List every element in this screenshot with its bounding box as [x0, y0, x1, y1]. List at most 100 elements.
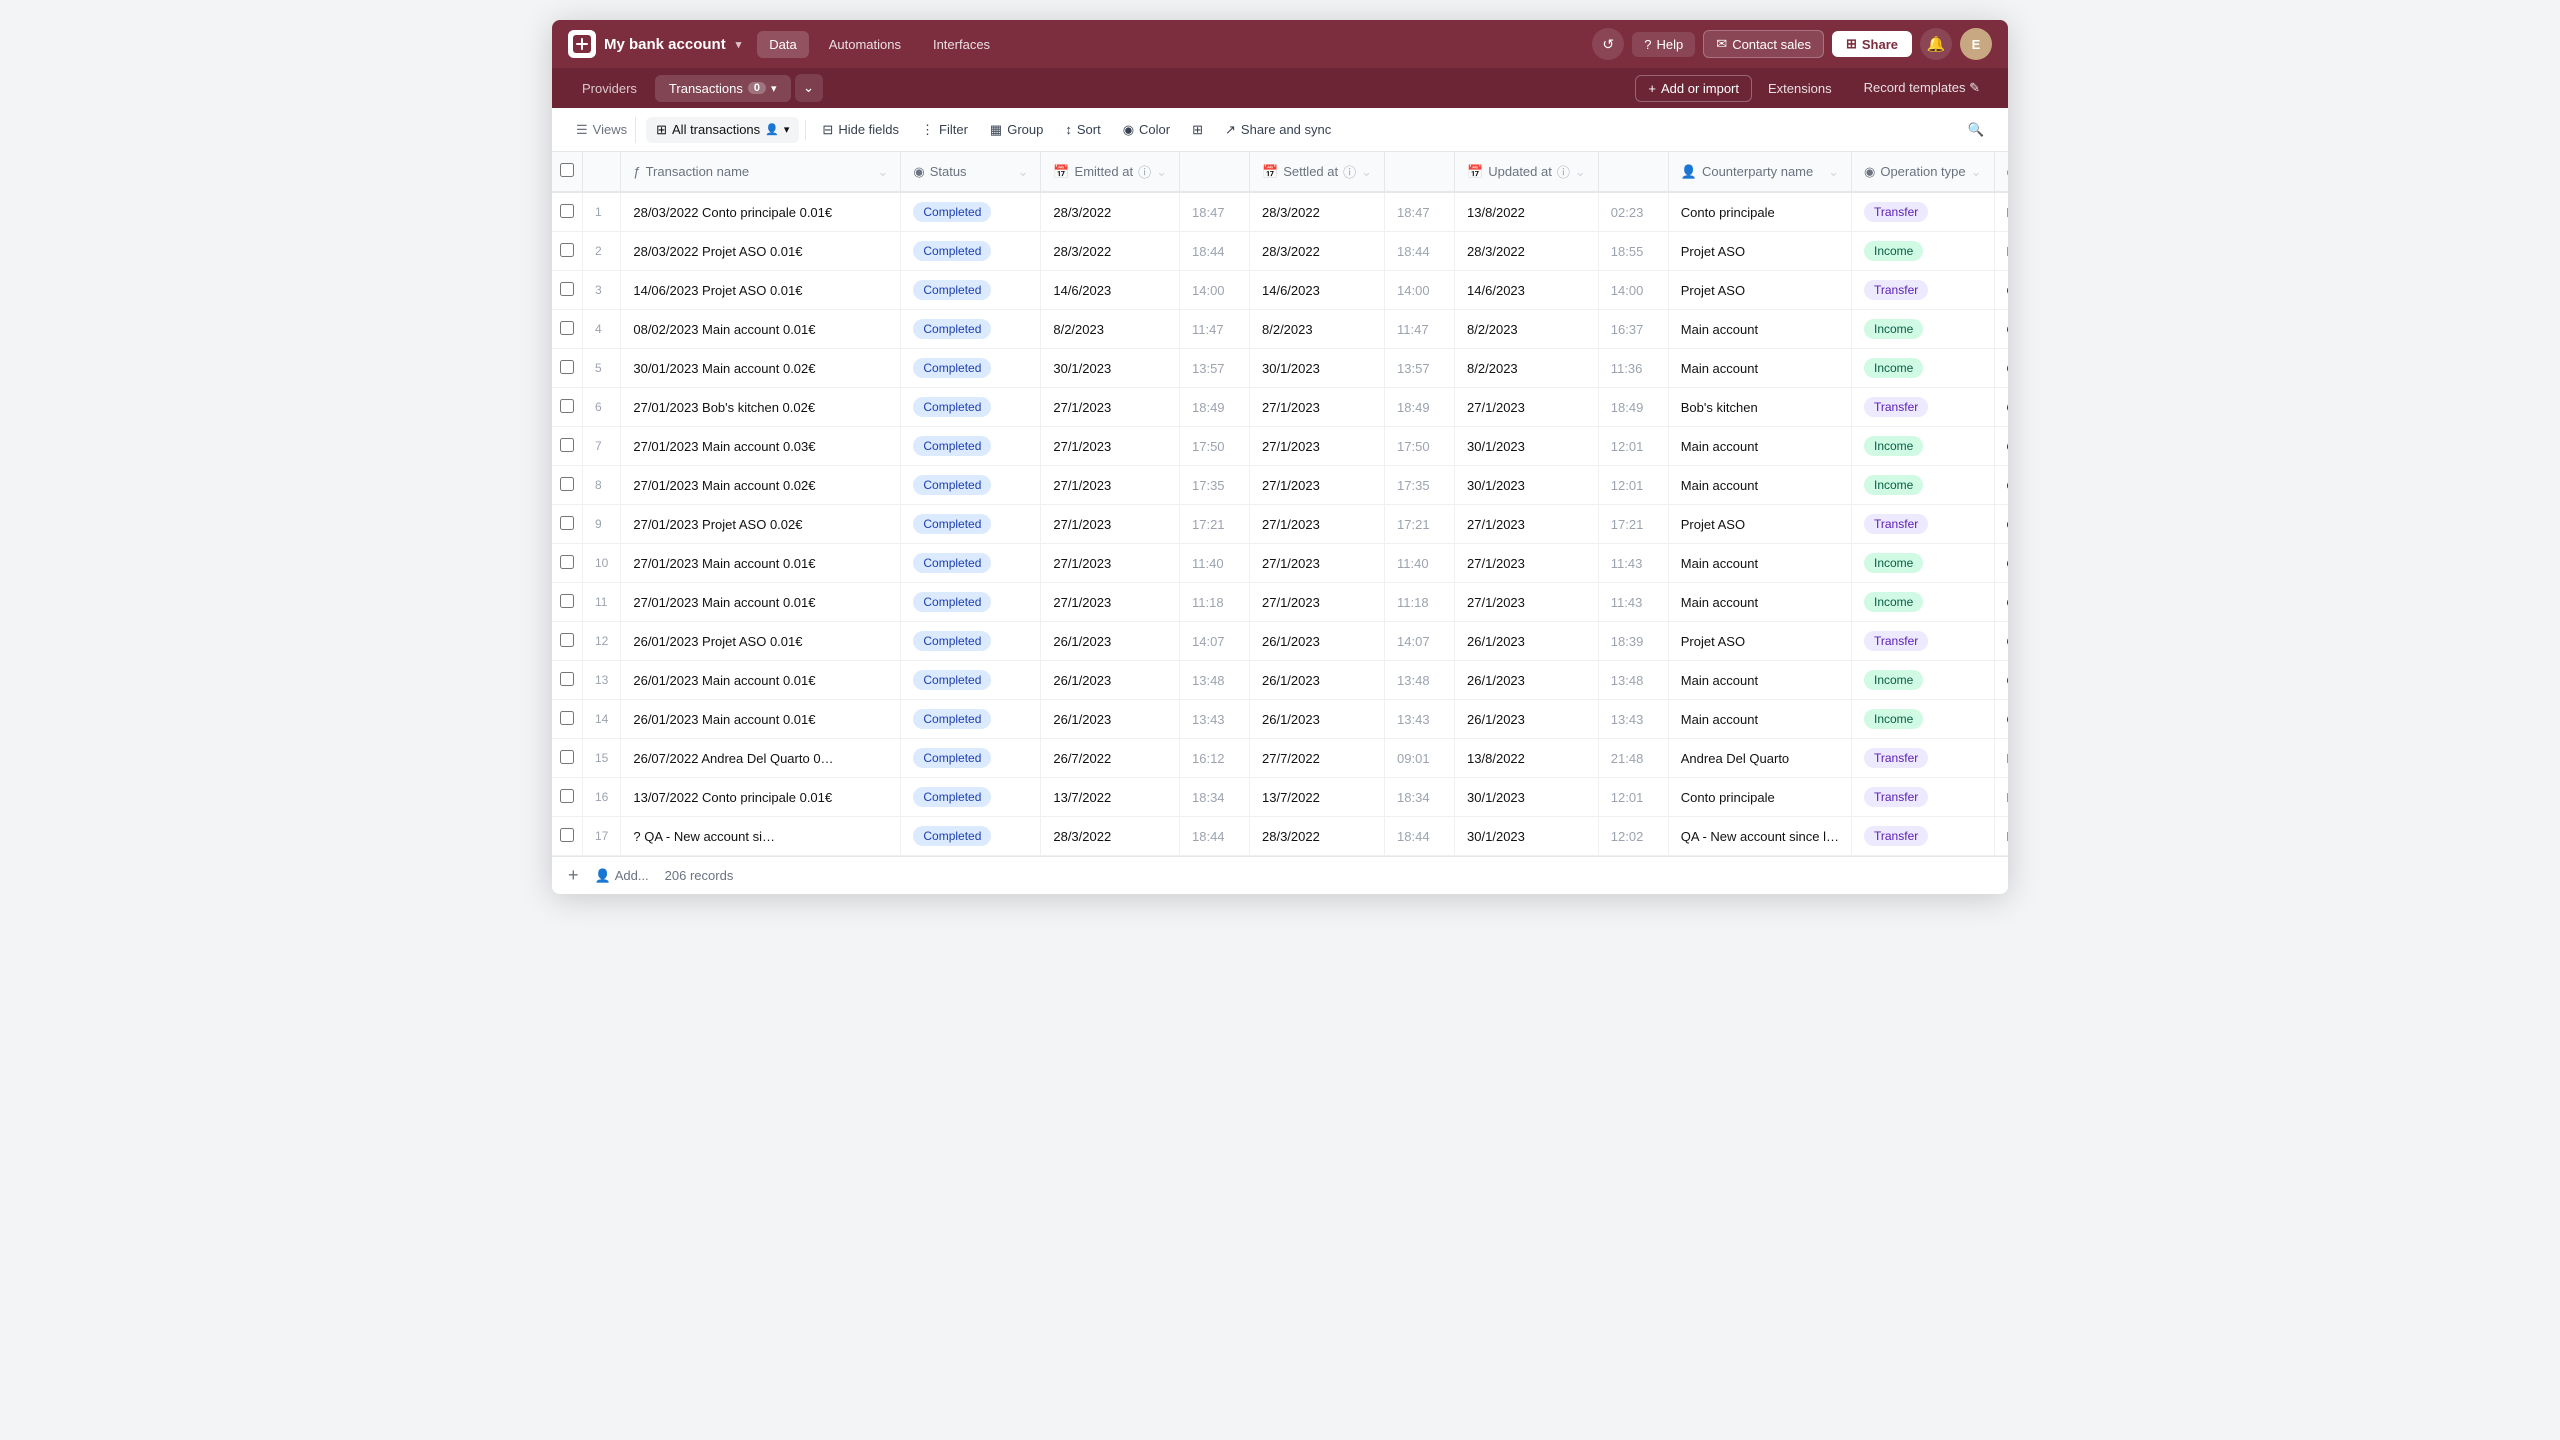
transaction-name-cell[interactable]: 26/07/2022 Andrea Del Quarto 0…	[621, 739, 901, 778]
table-row[interactable]: 13 26/01/2023 Main account 0.01€ Complet…	[552, 661, 2008, 700]
table-row[interactable]: 4 08/02/2023 Main account 0.01€ Complete…	[552, 310, 2008, 349]
sub-nav-transactions[interactable]: Transactions 0 ▾	[655, 75, 791, 102]
more-tabs-btn[interactable]: ⌄	[795, 74, 823, 102]
row-checkbox-cell[interactable]	[552, 466, 583, 505]
row-checkbox-cell[interactable]	[552, 583, 583, 622]
row-checkbox[interactable]	[560, 555, 574, 569]
row-checkbox[interactable]	[560, 438, 574, 452]
add-import-btn[interactable]: + Add or import	[1635, 75, 1752, 102]
row-checkbox-cell[interactable]	[552, 544, 583, 583]
row-checkbox[interactable]	[560, 399, 574, 413]
table-row[interactable]: 6 27/01/2023 Bob's kitchen 0.02€ Complet…	[552, 388, 2008, 427]
sub-nav-providers[interactable]: Providers	[568, 75, 651, 102]
table-row[interactable]: 8 27/01/2023 Main account 0.02€ Complete…	[552, 466, 2008, 505]
transaction-name-cell[interactable]: 08/02/2023 Main account 0.01€	[621, 310, 901, 349]
transaction-name-cell[interactable]: 13/07/2022 Conto principale 0.01€	[621, 778, 901, 817]
record-templates-btn[interactable]: Record templates ✎	[1852, 75, 1992, 101]
group-btn[interactable]: ▦ Group	[980, 117, 1053, 143]
table-row[interactable]: 5 30/01/2023 Main account 0.02€ Complete…	[552, 349, 2008, 388]
table-row[interactable]: 16 13/07/2022 Conto principale 0.01€ Com…	[552, 778, 2008, 817]
filter-btn[interactable]: ⋮ Filter	[911, 117, 978, 143]
transaction-name-cell[interactable]: 27/01/2023 Main account 0.02€	[621, 466, 901, 505]
add-row-btn[interactable]: +	[568, 865, 579, 886]
row-checkbox[interactable]	[560, 711, 574, 725]
row-checkbox[interactable]	[560, 828, 574, 842]
header-counterparty[interactable]: 👤 Counterparty name ⌄	[1668, 152, 1851, 192]
table-row[interactable]: 17 ? QA - New account si… Completed 28/3…	[552, 817, 2008, 856]
header-updated-at[interactable]: 📅 Updated at ⓘ ⌄	[1455, 152, 1599, 192]
row-checkbox[interactable]	[560, 789, 574, 803]
share-sync-btn[interactable]: ↗ Share and sync	[1215, 117, 1341, 143]
header-settled-at[interactable]: 📅 Settled at ⓘ ⌄	[1250, 152, 1385, 192]
row-checkbox[interactable]	[560, 204, 574, 218]
table-row[interactable]: 1 28/03/2022 Conto principale 0.01€ Comp…	[552, 192, 2008, 232]
row-checkbox[interactable]	[560, 282, 574, 296]
transaction-name-cell[interactable]: 26/01/2023 Main account 0.01€	[621, 661, 901, 700]
row-checkbox-cell[interactable]	[552, 505, 583, 544]
extensions-btn[interactable]: Extensions	[1756, 76, 1844, 101]
table-row[interactable]: 2 28/03/2022 Projet ASO 0.01€ Completed …	[552, 232, 2008, 271]
transaction-name-cell[interactable]: 27/01/2023 Bob's kitchen 0.02€	[621, 388, 901, 427]
row-checkbox[interactable]	[560, 477, 574, 491]
nav-automations[interactable]: Automations	[817, 31, 913, 58]
table-row[interactable]: 15 26/07/2022 Andrea Del Quarto 0… Compl…	[552, 739, 2008, 778]
header-operation-type[interactable]: ◉ Operation type ⌄	[1852, 152, 1995, 192]
table-row[interactable]: 3 14/06/2023 Projet ASO 0.01€ Completed …	[552, 271, 2008, 310]
row-checkbox-cell[interactable]	[552, 192, 583, 232]
row-checkbox-cell[interactable]	[552, 310, 583, 349]
header-transaction-name[interactable]: ƒ Transaction name ⌄	[621, 152, 901, 192]
table-row[interactable]: 7 27/01/2023 Main account 0.03€ Complete…	[552, 427, 2008, 466]
contact-sales-btn[interactable]: ✉ Contact sales	[1703, 30, 1824, 58]
row-checkbox[interactable]	[560, 750, 574, 764]
table-row[interactable]: 10 27/01/2023 Main account 0.01€ Complet…	[552, 544, 2008, 583]
transaction-name-cell[interactable]: 26/01/2023 Projet ASO 0.01€	[621, 622, 901, 661]
share-btn[interactable]: ⊞ Share	[1832, 31, 1912, 57]
transaction-name-cell[interactable]: ? QA - New account si…	[621, 817, 901, 856]
row-checkbox-cell[interactable]	[552, 700, 583, 739]
header-emitted-at[interactable]: 📅 Emitted at ⓘ ⌄	[1041, 152, 1180, 192]
nav-interfaces[interactable]: Interfaces	[921, 31, 1002, 58]
row-checkbox-cell[interactable]	[552, 349, 583, 388]
row-checkbox-cell[interactable]	[552, 817, 583, 856]
hide-fields-btn[interactable]: ⊟ Hide fields	[812, 117, 909, 143]
select-all-checkbox[interactable]	[560, 163, 574, 177]
row-checkbox-cell[interactable]	[552, 778, 583, 817]
row-checkbox[interactable]	[560, 360, 574, 374]
transaction-name-cell[interactable]: 27/01/2023 Main account 0.01€	[621, 583, 901, 622]
row-checkbox-cell[interactable]	[552, 739, 583, 778]
color-btn[interactable]: ◉ Color	[1113, 117, 1180, 143]
transaction-name-cell[interactable]: 27/01/2023 Projet ASO 0.02€	[621, 505, 901, 544]
search-btn[interactable]: 🔍	[1960, 114, 1992, 146]
row-checkbox-cell[interactable]	[552, 271, 583, 310]
nav-data[interactable]: Data	[757, 31, 808, 58]
sort-btn[interactable]: ↕ Sort	[1055, 117, 1110, 142]
row-checkbox[interactable]	[560, 672, 574, 686]
table-row[interactable]: 14 26/01/2023 Main account 0.01€ Complet…	[552, 700, 2008, 739]
header-initiator[interactable]: ◉ Initiator	[1994, 152, 2008, 192]
transaction-name-cell[interactable]: 28/03/2022 Conto principale 0.01€	[621, 192, 901, 232]
app-logo[interactable]: My bank account ▾	[568, 30, 741, 58]
row-checkbox[interactable]	[560, 321, 574, 335]
transaction-name-cell[interactable]: 28/03/2022 Projet ASO 0.01€	[621, 232, 901, 271]
row-checkbox-cell[interactable]	[552, 661, 583, 700]
row-checkbox-cell[interactable]	[552, 232, 583, 271]
table-row[interactable]: 9 27/01/2023 Projet ASO 0.02€ Completed …	[552, 505, 2008, 544]
table-row[interactable]: 11 27/01/2023 Main account 0.01€ Complet…	[552, 583, 2008, 622]
transaction-name-cell[interactable]: 30/01/2023 Main account 0.02€	[621, 349, 901, 388]
transaction-name-cell[interactable]: 27/01/2023 Main account 0.01€	[621, 544, 901, 583]
transaction-name-cell[interactable]: 27/01/2023 Main account 0.03€	[621, 427, 901, 466]
help-btn[interactable]: ? Data Help	[1632, 32, 1695, 57]
transaction-name-cell[interactable]: 14/06/2023 Projet ASO 0.01€	[621, 271, 901, 310]
view-selector[interactable]: ⊞ All transactions 👤 ▾	[646, 117, 799, 143]
notifications-btn[interactable]: 🔔	[1920, 28, 1952, 60]
add-fields-btn[interactable]: 👤 Add...	[595, 868, 649, 884]
column-width-btn[interactable]: ⊞	[1182, 117, 1213, 143]
header-status[interactable]: ◉ Status ⌄	[901, 152, 1041, 192]
row-checkbox[interactable]	[560, 594, 574, 608]
row-checkbox[interactable]	[560, 516, 574, 530]
row-checkbox[interactable]	[560, 633, 574, 647]
table-row[interactable]: 12 26/01/2023 Projet ASO 0.01€ Completed…	[552, 622, 2008, 661]
user-avatar[interactable]: E	[1960, 28, 1992, 60]
row-checkbox-cell[interactable]	[552, 622, 583, 661]
row-checkbox-cell[interactable]	[552, 427, 583, 466]
